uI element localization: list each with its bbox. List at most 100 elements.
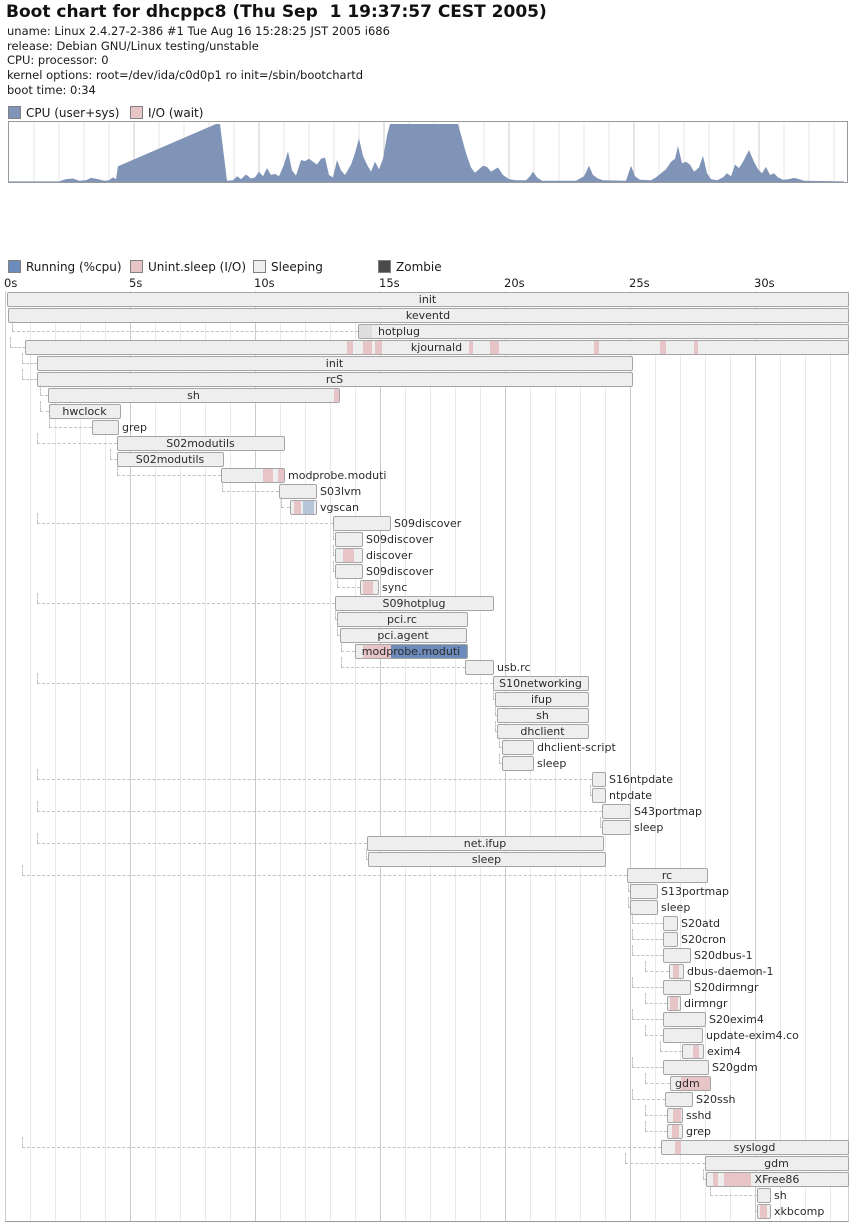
process-bar-segment-io: [263, 469, 273, 482]
axis-tick: 0s: [4, 276, 17, 290]
dependency-line-vertical: [37, 833, 38, 843]
dependency-line-horizontal: [37, 843, 367, 844]
legend-label: I/O (wait): [148, 106, 203, 120]
dependency-line-vertical: [645, 1025, 646, 1035]
process-label: grep: [122, 421, 147, 434]
process-label: S20cron: [681, 933, 726, 946]
process-bar-segment-io: [693, 1045, 699, 1058]
dependency-line-vertical: [37, 769, 38, 779]
process-label: S09discover: [394, 517, 461, 530]
bootchart-image: Boot chart for dhcppc8 (Thu Sep 1 19:37:…: [0, 0, 858, 1228]
grid-line: [180, 291, 181, 1221]
process-bar: [667, 1108, 683, 1123]
grid-line: [380, 291, 381, 1221]
dependency-line-horizontal: [628, 891, 630, 892]
dependency-line-horizontal: [645, 1115, 667, 1116]
dependency-line-horizontal: [333, 555, 335, 556]
legend-item: Unint.sleep (I/O): [130, 260, 246, 273]
process-label: S13portmap: [661, 885, 729, 898]
dependency-line-vertical: [495, 705, 496, 715]
dependency-line-horizontal: [222, 491, 279, 492]
dependency-line-vertical: [22, 369, 23, 379]
process-bar: [663, 1028, 703, 1043]
dependency-line-vertical: [645, 1073, 646, 1083]
process-bar: [592, 788, 606, 803]
dependency-line-horizontal: [37, 811, 602, 812]
dependency-line-vertical: [341, 641, 342, 651]
process-bar: [465, 660, 494, 675]
dependency-line-horizontal: [40, 395, 48, 396]
dependency-line-horizontal: [337, 635, 340, 636]
process-bar-segment-io: [294, 501, 301, 514]
process-label: S02modutils: [136, 453, 205, 466]
dependency-line-horizontal: [335, 619, 337, 620]
legend-swatch: [130, 260, 143, 273]
dependency-line-horizontal: [632, 1019, 663, 1020]
dependency-line-vertical: [755, 1201, 756, 1211]
dependency-line-horizontal: [22, 1147, 661, 1148]
dependency-line-horizontal: [645, 1083, 670, 1084]
grid-line: [155, 291, 156, 1221]
process-state-legend: Running (%cpu) Unint.sleep (I/O) Sleeping Z…: [8, 260, 848, 274]
grid-line: [205, 291, 206, 1221]
dependency-line-vertical: [333, 529, 334, 539]
grid-line: [805, 291, 806, 1221]
legend-label: Sleeping: [271, 260, 323, 274]
dependency-line-vertical: [632, 1009, 633, 1019]
process-label: sync: [382, 581, 407, 594]
axis-tick: 5s: [129, 276, 142, 290]
process-bar-segment-io: [673, 1109, 681, 1122]
dependency-line-vertical: [117, 465, 118, 475]
cpu-chart-legend: CPU (user+sys) I/O (wait): [8, 106, 848, 120]
process-bar-segment-io: [469, 341, 473, 354]
process-label: S10networking: [499, 677, 582, 690]
dependency-line-horizontal: [632, 1099, 665, 1100]
process-bar-segment-io: [334, 389, 340, 402]
grid-line: [55, 291, 56, 1221]
dependency-line-vertical: [632, 1057, 633, 1067]
legend-label: Running (%cpu): [26, 260, 122, 274]
grid-line: [655, 291, 656, 1221]
dependency-line-horizontal: [22, 379, 37, 380]
dependency-line-horizontal: [632, 923, 663, 924]
process-label: exim4: [707, 1045, 741, 1058]
process-label: sh: [187, 389, 200, 402]
dependency-line-horizontal: [600, 827, 602, 828]
dependency-line-horizontal: [625, 1163, 705, 1164]
dependency-line-vertical: [22, 353, 23, 363]
axis-tick: 15s: [379, 276, 400, 290]
dependency-line-vertical: [632, 1089, 633, 1099]
process-label: init: [326, 357, 343, 370]
legend-label: CPU (user+sys): [26, 106, 119, 120]
dependency-line-vertical: [493, 689, 494, 699]
process-label: S20ssh: [696, 1093, 735, 1106]
legend-label: Zombie: [396, 260, 442, 274]
dependency-line-vertical: [632, 913, 633, 923]
grid-line: [430, 291, 431, 1221]
process-bar: [92, 420, 119, 435]
process-bar: [335, 532, 363, 547]
grid-line: [30, 291, 31, 1221]
dependency-line-horizontal: [37, 683, 493, 684]
dependency-line-vertical: [632, 977, 633, 987]
legend-item: Running (%cpu): [8, 260, 122, 273]
process-label: rc: [662, 869, 672, 882]
dependency-line-horizontal: [660, 1051, 682, 1052]
grid-line: [355, 291, 356, 1221]
legend-swatch: [8, 260, 21, 273]
process-label: gdm: [675, 1077, 700, 1090]
dependency-line-horizontal: [333, 571, 335, 572]
process-bar-segment-io: [760, 1205, 767, 1218]
dependency-line-vertical: [625, 1153, 626, 1163]
process-bar: [592, 772, 606, 787]
cpu-usage-chart: [8, 121, 848, 183]
dependency-line-vertical: [10, 337, 11, 347]
process-label: sleep: [634, 821, 663, 834]
process-label: rcS: [326, 373, 343, 386]
process-bar: [602, 804, 631, 819]
dependency-line-horizontal: [37, 779, 592, 780]
dependency-line-horizontal: [632, 955, 663, 956]
process-label: pci.agent: [377, 629, 428, 642]
process-bar-segment-io: [363, 341, 372, 354]
dependency-line-vertical: [337, 577, 338, 587]
